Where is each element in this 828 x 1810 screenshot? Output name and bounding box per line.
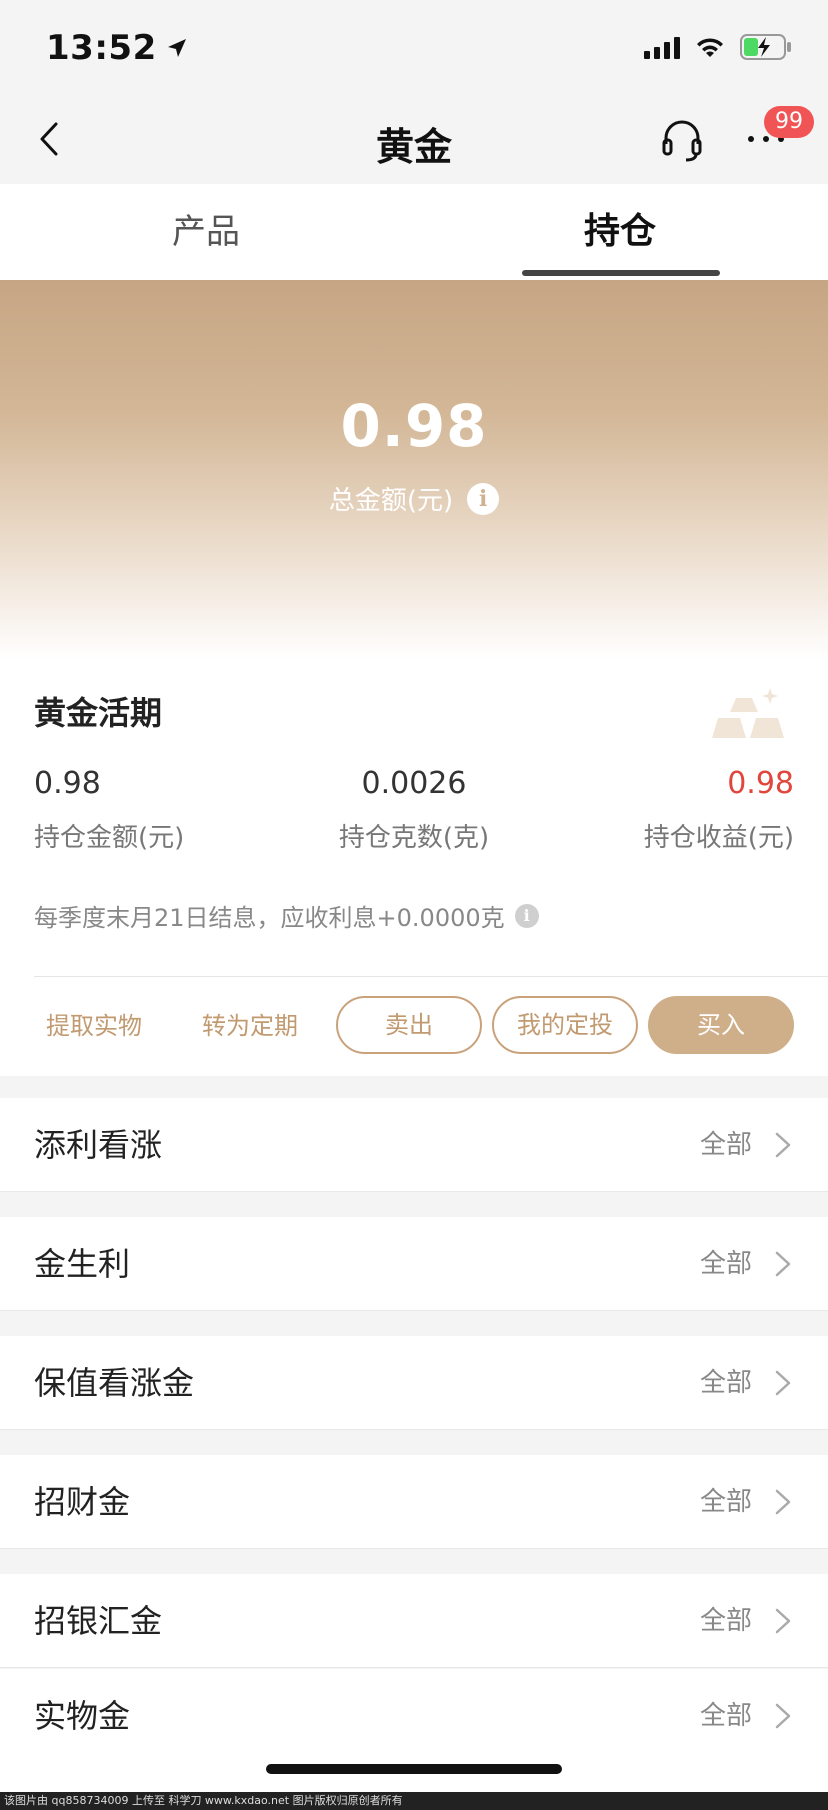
convert-fixed-button[interactable]: 转为定期 — [180, 996, 320, 1056]
chevron-right-icon — [775, 1489, 791, 1515]
stat-value: 0.98 — [34, 766, 101, 801]
row-view-all: 全部 — [699, 1701, 752, 1731]
buy-button[interactable]: 买入 — [648, 996, 794, 1054]
tab-holding[interactable]: 持仓 — [490, 184, 750, 280]
info-icon[interactable]: i — [467, 482, 500, 515]
chevron-right-icon — [775, 1251, 791, 1277]
status-bar: 13:52 — [0, 0, 828, 96]
row-view-all: 全部 — [699, 1130, 752, 1160]
total-amount: 0.98 — [340, 392, 488, 460]
stat-holding-amount: 0.98 持仓金额(元) — [34, 766, 184, 854]
status-time: 13:52 — [46, 28, 189, 68]
location-arrow-icon — [167, 39, 186, 57]
divider — [34, 976, 828, 977]
stat-label: 持仓收益(元) — [643, 823, 794, 853]
stat-value: 0.98 — [727, 766, 794, 801]
tab-bar: 产品 持仓 — [0, 184, 828, 280]
chevron-right-icon — [775, 1132, 791, 1158]
row-view-all: 全部 — [699, 1249, 752, 1279]
battery-charging-icon — [740, 34, 791, 60]
row-view-all: 全部 — [699, 1487, 752, 1517]
withdraw-physical-button[interactable]: 提取实物 — [24, 996, 164, 1056]
list-item[interactable]: 保值看涨金 全部 — [0, 1336, 828, 1430]
action-bar: 提取实物 转为定期 卖出 我的定投 买入 — [0, 996, 828, 1056]
total-label: 总金额(元) — [328, 486, 454, 516]
list-item[interactable]: 招银汇金 全部 — [0, 1574, 828, 1668]
list-item[interactable]: 添利看涨 全部 — [0, 1098, 828, 1192]
chevron-right-icon — [775, 1370, 791, 1396]
row-title: 招银汇金 — [34, 1602, 163, 1640]
gold-current-card: 黄金活期 0.98 持仓金额(元) 0.0026 持仓克数(克) 0.98 持仓… — [0, 660, 828, 1076]
tab-product[interactable]: 产品 — [76, 184, 336, 280]
list-item[interactable]: 招财金 全部 — [0, 1455, 828, 1549]
chevron-right-icon — [775, 1703, 791, 1729]
stat-holding-grams: 0.0026 持仓克数(克) — [332, 766, 496, 854]
row-view-all: 全部 — [699, 1606, 752, 1636]
stat-value: 0.0026 — [361, 766, 467, 801]
interest-row: 每季度末月21日结息，应收利息+0.0000克 i — [34, 898, 539, 933]
row-title: 添利看涨 — [34, 1126, 163, 1164]
row-title: 实物金 — [34, 1697, 131, 1735]
status-icons — [644, 34, 792, 60]
gold-bars-icon — [712, 688, 784, 738]
list-item[interactable]: 金生利 全部 — [0, 1217, 828, 1311]
info-icon[interactable]: i — [514, 903, 539, 928]
my-plan-button[interactable]: 我的定投 — [492, 996, 638, 1054]
time-text: 13:52 — [46, 28, 157, 68]
stat-holding-profit: 0.98 持仓收益(元) — [644, 766, 794, 854]
wifi-icon — [697, 38, 723, 57]
interest-note: 每季度末月21日结息，应收利息+0.0000克 — [34, 904, 505, 932]
row-title: 保值看涨金 — [34, 1364, 195, 1402]
active-tab-indicator — [522, 270, 720, 276]
total-label-row: 总金额(元) i — [0, 480, 828, 517]
watermark-note: 该图片由 qq858734009 上传至 科学刀 www.kxdao.net 图… — [0, 1792, 828, 1810]
total-summary: 0.98 总金额(元) i — [0, 280, 828, 660]
nav-bar: 黄金 — [0, 96, 828, 184]
home-indicator — [266, 1764, 562, 1774]
row-view-all: 全部 — [699, 1368, 752, 1398]
stat-label: 持仓金额(元) — [34, 823, 185, 853]
sell-button[interactable]: 卖出 — [336, 996, 482, 1054]
stat-label: 持仓克数(克) — [338, 823, 490, 853]
card-title: 黄金活期 — [34, 694, 163, 732]
row-title: 招财金 — [34, 1483, 131, 1521]
notification-badge: 99 — [764, 106, 814, 138]
row-title: 金生利 — [34, 1245, 131, 1283]
headset-icon[interactable] — [658, 116, 706, 164]
chevron-right-icon — [775, 1608, 791, 1634]
cellular-signal-icon — [644, 35, 680, 59]
